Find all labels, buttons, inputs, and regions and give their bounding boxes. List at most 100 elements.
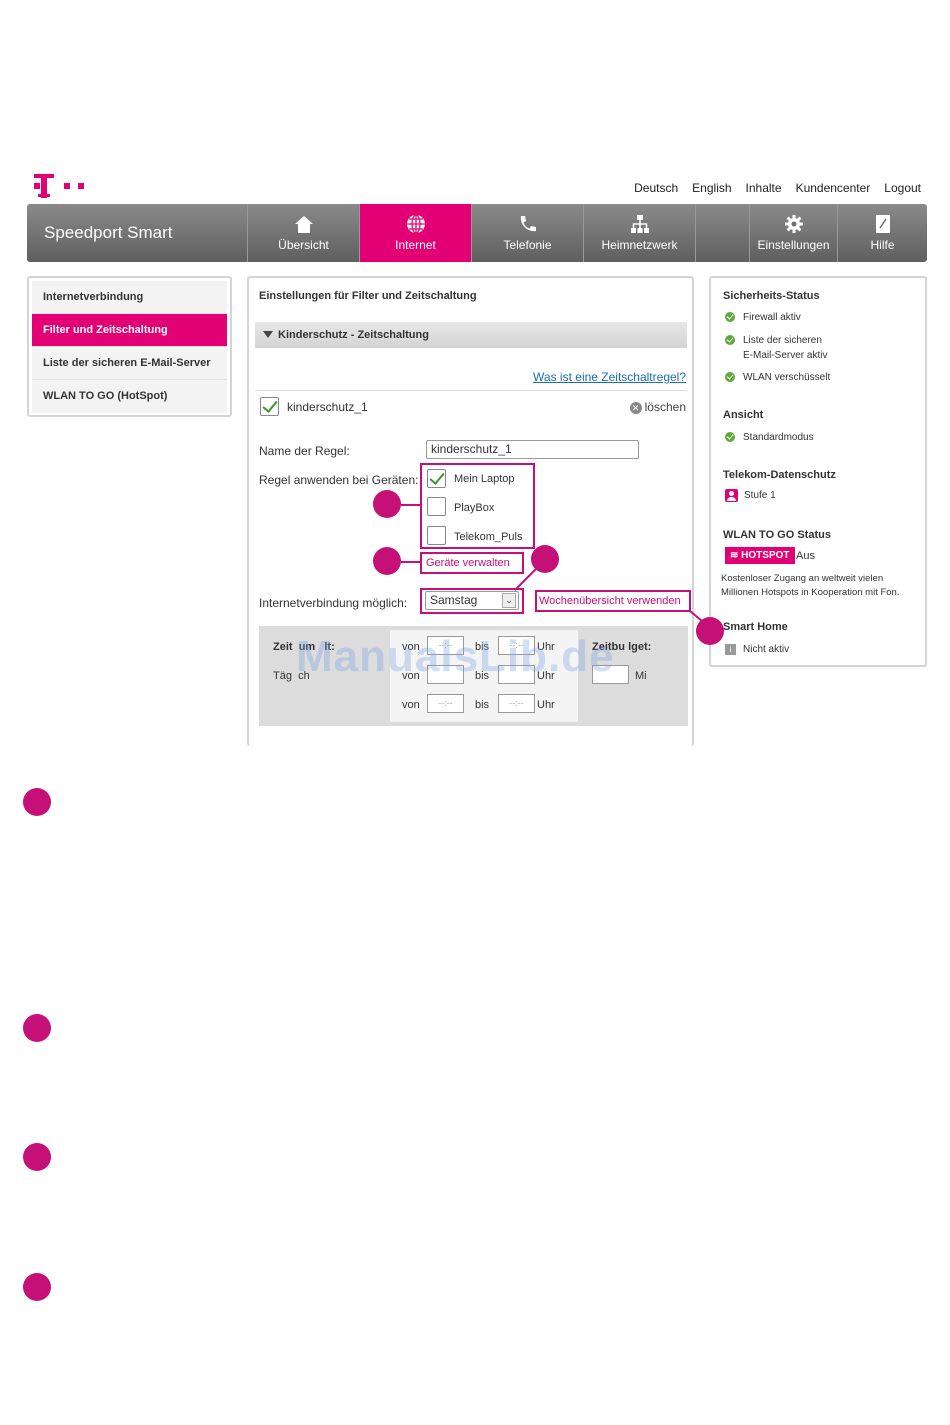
divider: [255, 390, 687, 391]
time-slots: von --:-- bis --:-- Uhr von bis Uhr von …: [390, 630, 578, 722]
check-icon: [725, 335, 735, 346]
nav-tab-label: Übersicht: [278, 238, 329, 252]
rule-name-input[interactable]: kinderschutz_1: [426, 440, 639, 459]
time-to-3[interactable]: --:--: [498, 694, 535, 713]
check-icon: [725, 372, 735, 383]
daily-label: Täg ch: [273, 670, 310, 682]
nav-tab-label: Einstellungen: [757, 238, 830, 252]
left-menu: Internetverbindung Filter und Zeitschalt…: [27, 276, 232, 417]
time-from-1[interactable]: --:--: [427, 636, 464, 655]
nav-tab-overview[interactable]: Übersicht: [247, 204, 359, 262]
time-from-2[interactable]: [427, 665, 464, 684]
nav-tab-label: Internet: [395, 238, 436, 252]
section-title: Kinderschutz - Zeitschaltung: [278, 329, 429, 341]
top-links: Deutsch English Inhalte Kundencenter Log…: [634, 181, 921, 195]
nav-tab-home-network[interactable]: Heimnetzwerk: [583, 204, 695, 262]
menu-item-internet-connection[interactable]: Internetverbindung: [32, 281, 227, 314]
time-to-1[interactable]: --:--: [498, 636, 535, 655]
nav-tab-settings[interactable]: Einstellungen: [749, 204, 837, 262]
status-wlan: WLAN verschüsselt: [725, 372, 830, 383]
bullet-marker: [23, 788, 51, 816]
hotspot-badge: ≋ HOTSPOT: [725, 547, 795, 564]
delete-rule-button[interactable]: ✕ löschen: [629, 400, 686, 414]
lang-english-link[interactable]: English: [692, 181, 731, 195]
device-label: Mein Laptop: [454, 473, 515, 485]
help-link-time-rule[interactable]: Was ist eine Zeitschaltregel?: [533, 370, 686, 384]
main-content: Einstellungen für Filter und Zeitschaltu…: [247, 276, 694, 746]
time-budget-input[interactable]: [592, 665, 629, 684]
check-icon: [725, 432, 735, 443]
smart-home-status: i Nicht aktiv: [725, 644, 789, 655]
home-icon: [293, 213, 315, 235]
privacy-level: Stufe 1: [725, 489, 776, 502]
menu-item-safe-mail-servers[interactable]: Liste der sicheren E-Mail-Server: [32, 347, 227, 380]
bullet-marker: [23, 1143, 51, 1171]
status-mail-servers-line2: E-Mail-Server aktiv: [743, 350, 828, 361]
budget-unit: Mi: [635, 670, 647, 682]
telekom-logo: [34, 172, 94, 200]
privacy-title: Telekom-Datenschutz: [723, 469, 836, 481]
section-header-kinderschutz[interactable]: Kinderschutz - Zeitschaltung: [255, 322, 687, 348]
bullet-marker: [23, 1014, 51, 1042]
customer-center-link[interactable]: Kundencenter: [796, 181, 871, 195]
hotspot-description-2: Millionen Hotspots in Kooperation mit Fo…: [721, 587, 900, 598]
time-budget-label: Zeitbu lget:: [592, 641, 652, 653]
gear-icon: [783, 213, 805, 235]
time-from-3[interactable]: --:--: [427, 694, 464, 713]
status-sidebar: Sicherheits-Status Firewall aktiv Liste …: [709, 276, 927, 667]
phone-icon: [517, 213, 539, 235]
view-title: Ansicht: [723, 409, 764, 421]
device-checkbox-telekom-puls[interactable]: [427, 526, 446, 545]
device-checkbox-playbox[interactable]: [427, 497, 446, 516]
bis-label: bis: [475, 670, 490, 682]
device-label: PlayBox: [454, 502, 495, 514]
time-table: Zeit um lt: Täg ch von --:-- bis --:-- U…: [259, 626, 688, 726]
privacy-user-icon: [725, 489, 738, 502]
nav-tab-label: Telefonie: [503, 238, 552, 252]
main-navbar: Speedport Smart Übersicht Internet Telef…: [27, 204, 927, 262]
uhr-label: Uhr: [537, 699, 555, 711]
callout-marker: [373, 490, 401, 518]
info-icon: i: [725, 644, 736, 655]
rule-name-label: kinderschutz_1: [287, 400, 368, 414]
logout-link[interactable]: Logout: [884, 181, 921, 195]
manage-devices-link[interactable]: Geräte verwalten: [426, 557, 510, 569]
lang-deutsch-link[interactable]: Deutsch: [634, 181, 678, 195]
callout-marker: [696, 617, 724, 645]
week-overview-link[interactable]: Wochenübersicht verwenden: [539, 595, 681, 607]
rule-enable-checkbox[interactable]: [260, 397, 279, 416]
nav-tab-internet[interactable]: Internet: [359, 204, 471, 262]
device-label: Telekom_Puls: [454, 531, 523, 543]
status-firewall: Firewall aktiv: [725, 312, 801, 323]
wlan-to-go-title: WLAN TO GO Status: [723, 529, 831, 541]
nav-spacer: [695, 204, 749, 262]
help-book-icon: [872, 213, 894, 235]
time-to-2[interactable]: [498, 665, 535, 684]
close-icon: ✕: [629, 402, 642, 414]
smart-home-title: Smart Home: [723, 621, 788, 633]
device-checkbox-laptop[interactable]: [427, 469, 446, 488]
bis-label: bis: [475, 699, 490, 711]
hotspot-description-1: Kostenloser Zugang an weltweit vielen: [721, 573, 884, 584]
menu-item-filter-timer[interactable]: Filter und Zeitschaltung: [32, 314, 227, 347]
time-limit-label: Zeit um lt:: [273, 641, 335, 653]
day-select[interactable]: Samstag ⌄: [425, 591, 519, 610]
network-icon: [629, 213, 651, 235]
name-field-label: Name der Regel:: [259, 444, 350, 458]
callout-marker: [373, 547, 401, 575]
nav-tab-telephony[interactable]: Telefonie: [471, 204, 583, 262]
chevron-down-icon: ⌄: [502, 593, 516, 608]
menu-item-wlan-to-go[interactable]: WLAN TO GO (HotSpot): [32, 380, 227, 413]
collapse-triangle-icon: [263, 331, 273, 338]
bis-label: bis: [475, 641, 490, 653]
hotspot-state: Aus: [796, 550, 815, 562]
wifi-icon: ≋: [730, 550, 739, 561]
contents-link[interactable]: Inhalte: [746, 181, 782, 195]
callout-line: [401, 504, 420, 506]
uhr-label: Uhr: [537, 670, 555, 682]
page-title: Einstellungen für Filter und Zeitschaltu…: [259, 290, 477, 302]
von-label: von: [402, 641, 420, 653]
brand-title: Speedport Smart: [44, 223, 173, 242]
nav-tab-help[interactable]: Hilfe: [837, 204, 927, 262]
callout-marker: [531, 545, 559, 573]
